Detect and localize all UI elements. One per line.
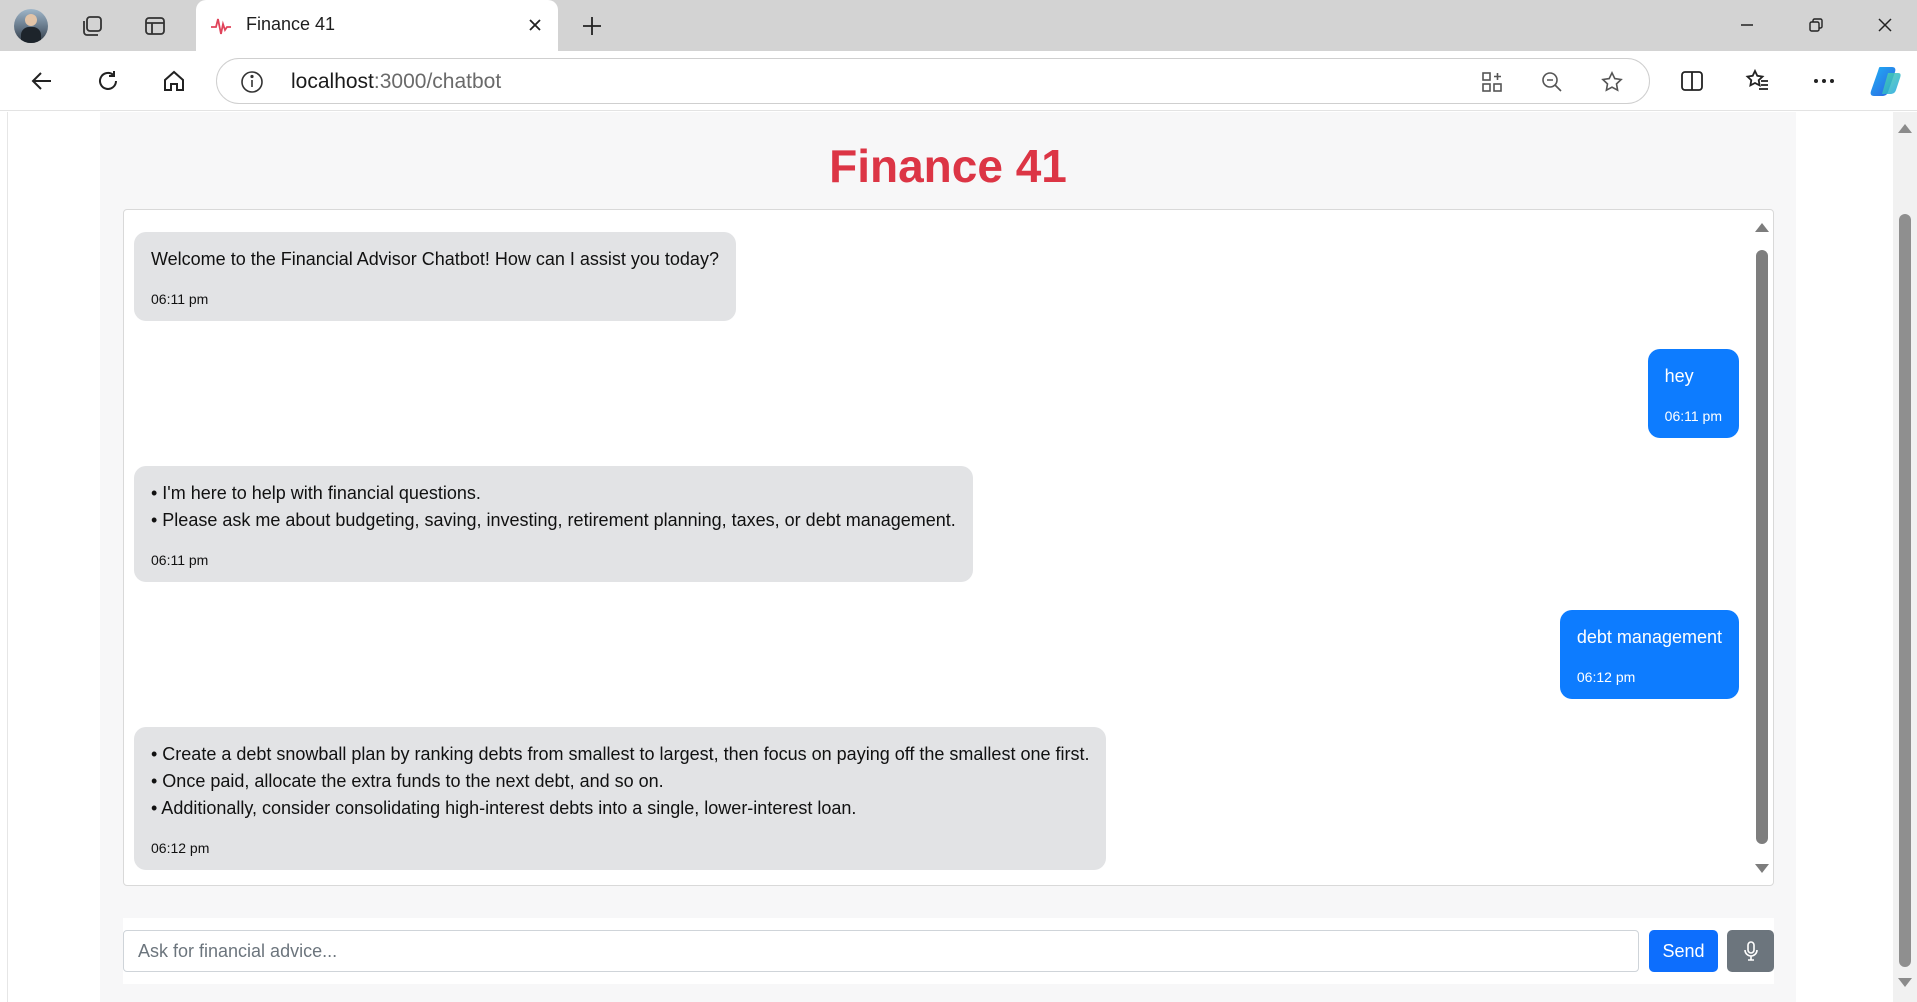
favorites-icon <box>1745 68 1768 90</box>
chat-scrollbar[interactable] <box>1753 214 1771 882</box>
home-button[interactable] <box>156 63 192 99</box>
microphone-button[interactable] <box>1727 930 1774 972</box>
active-tab[interactable]: Finance 41 <box>196 0 558 51</box>
message-timestamp: 06:11 pm <box>151 291 209 307</box>
message-timestamp: 06:12 pm <box>1576 669 1636 685</box>
close-window-button[interactable] <box>1858 6 1912 44</box>
site-info-icon[interactable] <box>239 69 265 95</box>
workspaces-icon[interactable] <box>74 8 110 44</box>
favorites-button[interactable] <box>1740 63 1776 99</box>
refresh-icon <box>99 71 117 90</box>
page-scroll-thumb[interactable] <box>1899 214 1911 967</box>
address-bar[interactable]: localhost:3000/chatbot <box>216 58 1650 104</box>
message-timestamp: 06:12 pm <box>151 840 210 856</box>
viewport-edge <box>7 112 8 1002</box>
microphone-icon <box>1743 941 1758 961</box>
message-text: • Once paid, allocate the extra funds to… <box>151 771 664 791</box>
profile-avatar[interactable] <box>14 9 48 43</box>
chat-scroll-thumb[interactable] <box>1756 250 1768 844</box>
url-host: localhost <box>291 70 374 93</box>
app-available-icon[interactable] <box>1479 69 1505 95</box>
chat-messages-panel[interactable]: Welcome to the Financial Advisor Chatbot… <box>123 209 1774 886</box>
user-message: hey 06:11 pm <box>1647 349 1739 438</box>
message-text: Welcome to the Financial Advisor Chatbot… <box>151 249 719 269</box>
chat-scroll-down-icon[interactable] <box>1755 864 1769 873</box>
message-text: • Please ask me about budgeting, saving,… <box>151 510 956 530</box>
back-arrow-icon <box>31 72 51 90</box>
close-icon <box>1878 18 1892 32</box>
new-tab-button[interactable] <box>574 8 610 44</box>
split-screen-icon <box>1681 71 1703 91</box>
page-scroll-up-icon[interactable] <box>1898 124 1912 133</box>
message-timestamp: 06:11 pm <box>1664 408 1722 424</box>
restore-button[interactable] <box>1789 6 1843 44</box>
tab-close-icon[interactable] <box>522 12 548 38</box>
page-scrollbar[interactable] <box>1893 112 1917 1002</box>
favorite-star-icon[interactable] <box>1599 69 1625 95</box>
browser-toolbar: localhost:3000/chatbot <box>0 51 1917 111</box>
tab-favicon-icon <box>211 18 231 35</box>
plus-icon <box>583 17 601 35</box>
url-text[interactable]: localhost:3000/chatbot <box>291 70 501 94</box>
message-text: • Create a debt snowball plan by ranking… <box>151 744 1090 764</box>
tab-title: Finance 41 <box>246 14 336 34</box>
browser-tab-strip: Finance 41 <box>0 0 1917 51</box>
app-title: Finance 41 <box>829 140 1067 192</box>
more-icon <box>1814 79 1834 83</box>
bot-message: Welcome to the Financial Advisor Chatbot… <box>134 232 736 321</box>
refresh-button[interactable] <box>90 63 126 99</box>
url-path: :3000/chatbot <box>373 70 502 93</box>
minimize-button[interactable] <box>1720 6 1774 44</box>
zoom-out-icon[interactable] <box>1539 69 1565 95</box>
chat-app-container: Finance 41 Welcome to the Financial Advi… <box>100 112 1796 1002</box>
page-viewport: Finance 41 Welcome to the Financial Advi… <box>0 112 1917 1002</box>
copilot-icon[interactable] <box>1868 63 1904 99</box>
bot-message: • I'm here to help with financial questi… <box>134 466 973 582</box>
chat-input[interactable] <box>123 930 1639 972</box>
send-button[interactable]: Send <box>1649 930 1718 972</box>
user-message: debt management 06:12 pm <box>1559 610 1739 699</box>
restore-icon <box>1809 18 1823 32</box>
vertical-tabs-icon[interactable] <box>137 8 173 44</box>
message-text: • Additionally, consider consolidating h… <box>151 798 857 818</box>
message-text: • I'm here to help with financial questi… <box>151 483 481 503</box>
back-button[interactable] <box>24 63 60 99</box>
bot-message: • Create a debt snowball plan by ranking… <box>134 727 1107 870</box>
home-icon <box>164 70 184 91</box>
more-options-button[interactable] <box>1806 63 1842 99</box>
message-text: debt management <box>1576 627 1722 647</box>
minimize-icon <box>1741 24 1753 26</box>
chat-scroll-up-icon[interactable] <box>1755 223 1769 232</box>
message-timestamp: 06:11 pm <box>151 552 209 568</box>
composer: Send <box>123 918 1774 984</box>
message-text: hey <box>1664 366 1694 386</box>
page-scroll-down-icon[interactable] <box>1898 978 1912 987</box>
split-screen-button[interactable] <box>1674 63 1710 99</box>
